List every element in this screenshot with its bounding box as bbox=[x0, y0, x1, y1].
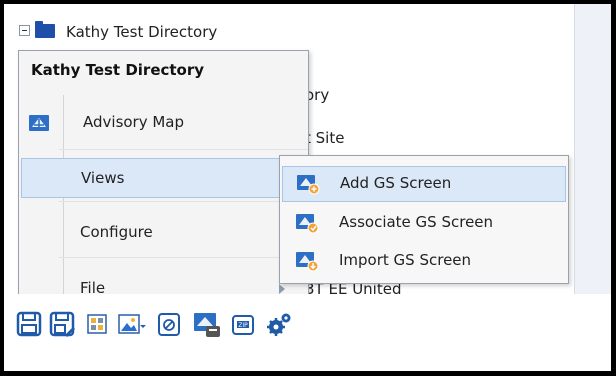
zip-icon[interactable]: ZIP bbox=[230, 311, 256, 337]
add-gs-screen-icon bbox=[296, 173, 320, 195]
app-window: Kathy Test Directory ory t Site 3T EE Un… bbox=[4, 4, 611, 371]
context-menu: Kathy Test Directory Advisory Map Views … bbox=[18, 50, 309, 300]
associate-gs-screen-icon bbox=[295, 212, 319, 234]
menu-item-label: Views bbox=[81, 169, 125, 187]
menu-divider bbox=[59, 149, 308, 150]
network-screen-icon[interactable] bbox=[192, 311, 220, 337]
clipboard-icon[interactable] bbox=[156, 311, 182, 337]
menu-divider bbox=[59, 201, 308, 202]
submenu-arrow-icon bbox=[279, 284, 285, 294]
bottom-toolbar: ZIP bbox=[4, 294, 611, 371]
menu-item-configure[interactable]: Configure bbox=[21, 213, 306, 253]
menu-item-label: Advisory Map bbox=[83, 113, 185, 131]
tree-node-label: t Site bbox=[305, 129, 345, 147]
grid-layout-icon[interactable] bbox=[84, 311, 110, 337]
svg-text:ZIP: ZIP bbox=[238, 322, 248, 329]
views-submenu: Add GS Screen Associate GS Screen Import… bbox=[279, 155, 569, 284]
submenu-item-label: Import GS Screen bbox=[339, 251, 472, 269]
save-icon[interactable] bbox=[16, 311, 42, 337]
submenu-item-associate-gs-screen[interactable]: Associate GS Screen bbox=[282, 206, 566, 242]
save-as-icon[interactable] bbox=[49, 311, 75, 337]
tree-node[interactable]: t Site bbox=[305, 129, 344, 147]
context-menu-title: Kathy Test Directory bbox=[31, 61, 205, 79]
image-dropdown-icon[interactable] bbox=[117, 311, 146, 337]
menu-divider bbox=[59, 257, 308, 258]
settings-gears-icon[interactable] bbox=[264, 311, 291, 337]
tree-root-label: Kathy Test Directory bbox=[66, 23, 218, 41]
folder-icon bbox=[35, 21, 55, 38]
submenu-item-label: Add GS Screen bbox=[340, 174, 452, 192]
menu-item-views[interactable]: Views bbox=[21, 158, 306, 198]
menu-item-advisory-map[interactable]: Advisory Map bbox=[21, 103, 306, 143]
submenu-item-label: Associate GS Screen bbox=[339, 213, 494, 231]
import-gs-screen-icon bbox=[295, 250, 319, 272]
vertical-scrollbar[interactable] bbox=[574, 4, 611, 294]
collapse-toggle-icon[interactable] bbox=[19, 25, 30, 36]
submenu-item-add-gs-screen[interactable]: Add GS Screen bbox=[282, 166, 566, 202]
advisory-map-icon bbox=[28, 113, 50, 133]
menu-item-label: Configure bbox=[80, 223, 153, 241]
tree-root-node[interactable]: Kathy Test Directory bbox=[66, 23, 217, 41]
submenu-item-import-gs-screen[interactable]: Import GS Screen bbox=[282, 244, 566, 280]
